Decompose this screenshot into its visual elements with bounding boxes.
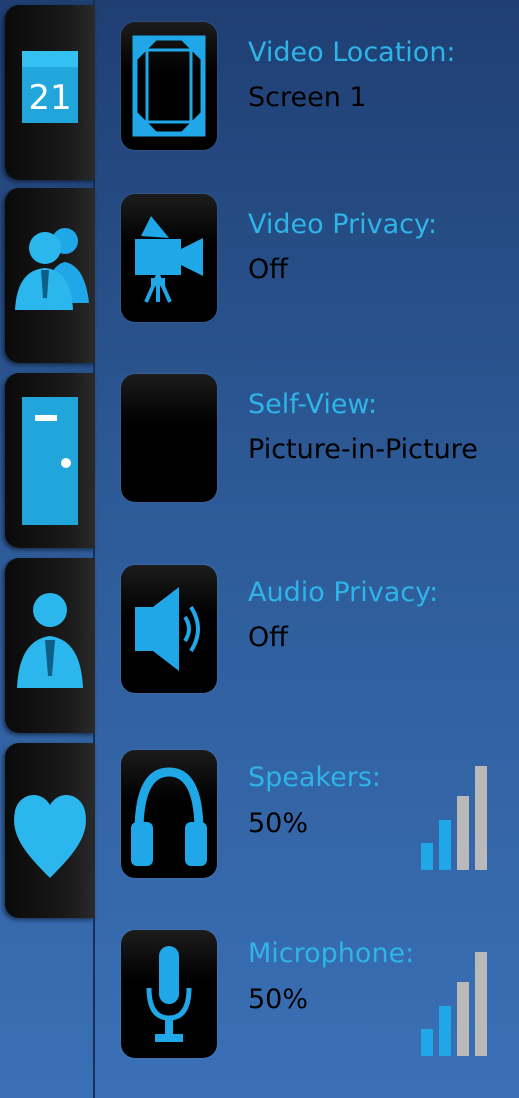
video-privacy-label: Video Privacy:: [248, 209, 438, 240]
audio-privacy-value: Off: [248, 622, 288, 653]
tab-contacts[interactable]: [5, 188, 95, 363]
tab-rooms[interactable]: [5, 373, 95, 548]
video-privacy-button[interactable]: [121, 194, 217, 322]
speaker-icon: [135, 587, 200, 671]
door-icon: [22, 397, 78, 525]
heart-icon: [14, 794, 86, 878]
speakers-level-bars[interactable]: [421, 760, 491, 870]
speakers-level-bar-3[interactable]: [457, 796, 469, 870]
video-camera-icon: [135, 216, 203, 303]
video-location-value: Screen 1: [248, 82, 367, 113]
calendar-date: 21: [28, 78, 71, 118]
audio-privacy-button[interactable]: [121, 565, 217, 693]
audio-privacy-label: Audio Privacy:: [248, 577, 439, 608]
tab-calendar[interactable]: 21: [5, 5, 95, 180]
speakers-level-bar-4[interactable]: [475, 766, 487, 870]
microphone-level-bar-4[interactable]: [475, 952, 487, 1056]
microphone-value: 50%: [248, 984, 309, 1015]
tab-favorites[interactable]: [5, 743, 95, 918]
people-icon: [15, 228, 89, 310]
speakers-button[interactable]: [121, 750, 217, 878]
microphone-level-bar-3[interactable]: [457, 982, 469, 1056]
self-view-button[interactable]: [121, 374, 217, 502]
self-view-value: Picture-in-Picture: [248, 434, 478, 465]
video-location-label: Video Location:: [248, 37, 456, 68]
person-icon: [17, 593, 83, 688]
video-location-button[interactable]: [121, 22, 217, 150]
headphones-icon: [131, 767, 207, 866]
tab-profile[interactable]: [5, 558, 95, 733]
speakers-level-bar-1[interactable]: [421, 843, 433, 870]
microphone-label: Microphone:: [248, 938, 415, 969]
speakers-level-bar-2[interactable]: [439, 820, 451, 870]
speakers-value: 50%: [248, 808, 309, 839]
microphone-button[interactable]: [121, 930, 217, 1058]
microphone-level-bar-1[interactable]: [421, 1029, 433, 1056]
microphone-level-bars[interactable]: [421, 946, 491, 1056]
self-view-label: Self-View:: [248, 389, 378, 420]
video-privacy-value: Off: [248, 254, 288, 285]
microphone-level-bar-2[interactable]: [439, 1006, 451, 1056]
microphone-icon: [146, 946, 192, 1042]
screen-frame-icon: [132, 35, 206, 137]
speakers-label: Speakers:: [248, 762, 381, 793]
calendar-icon: 21: [22, 51, 78, 123]
